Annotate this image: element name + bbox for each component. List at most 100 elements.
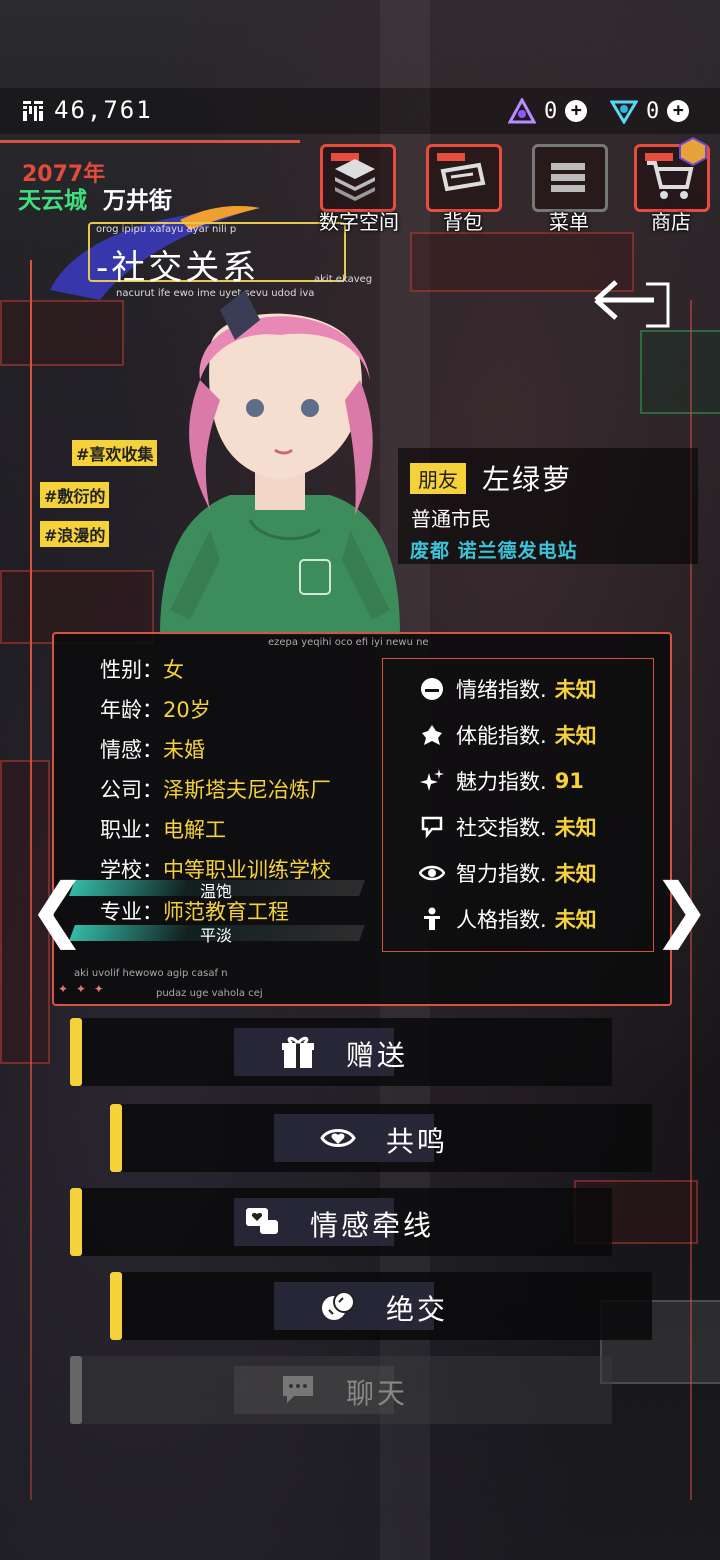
profile-key: 情感： xyxy=(100,738,163,762)
action-label: 聊天 xyxy=(346,1377,409,1410)
profile-row-major: 专业：师范教育工程 xyxy=(100,896,289,926)
sparkle-icon xyxy=(420,769,444,791)
action-label: 情感牵线 xyxy=(310,1209,435,1242)
stat-row-intelligence: 智力指数. 未知 xyxy=(418,858,597,888)
profile-value: 电解工 xyxy=(163,818,226,842)
gift-icon xyxy=(282,1036,314,1068)
mood-icon xyxy=(421,678,443,700)
info-decor-text: aki uvolif hewowo agip casaf n xyxy=(74,968,228,979)
character-portrait xyxy=(160,290,400,635)
stat-row-charm: 魅力指数. 91 xyxy=(418,766,584,796)
profile-value: 师范教育工程 xyxy=(163,900,289,924)
stamina-icon xyxy=(422,725,442,745)
stat-label: 社交指数. xyxy=(456,816,547,840)
profile-row-age: 年龄：20岁 xyxy=(100,694,211,724)
chat-button[interactable]: 聊天 xyxy=(70,1356,612,1424)
profile-value: 未婚 xyxy=(163,738,205,762)
nav-label: 菜单 xyxy=(549,210,589,234)
profile-row-job: 职业：电解工 xyxy=(100,814,226,844)
stat-value: 未知 xyxy=(554,816,597,840)
nav-label: 数字空间 xyxy=(319,210,399,234)
stat-row-mood: 情绪指数. 未知 xyxy=(418,674,597,704)
title-decor-text: orog ipipu xafayu ayar nili p xyxy=(96,224,237,235)
profile-key: 公司： xyxy=(100,778,163,802)
action-label: 共鸣 xyxy=(386,1125,449,1158)
chat-heart-icon xyxy=(246,1208,278,1234)
layers-icon xyxy=(335,159,375,201)
profile-key: 性别： xyxy=(100,658,163,682)
profile-row-company: 公司：泽斯塔夫尼冶炼厂 xyxy=(100,774,331,804)
eye-icon xyxy=(419,865,445,881)
stat-value: 未知 xyxy=(554,908,597,932)
info-decor-text: ezepa yeqihi oco efi iyi newu ne xyxy=(268,637,429,648)
header-accent-line xyxy=(0,140,300,143)
nav-menu-button[interactable]: 菜单 xyxy=(532,144,608,234)
page-title: -社交关系 xyxy=(96,248,260,288)
nav-backpack-button[interactable]: 背包 xyxy=(426,144,502,234)
character-name: 左绿萝 xyxy=(482,463,573,496)
resonate-button[interactable]: 共鸣 xyxy=(110,1104,652,1172)
nav-label: 背包 xyxy=(443,210,483,234)
gem-a-icon xyxy=(508,98,536,124)
stat-value: 91 xyxy=(554,769,584,793)
bag-icon xyxy=(440,162,486,192)
gift-button[interactable]: 赠送 xyxy=(70,1018,612,1086)
character-location: 废都 诺兰德发电站 xyxy=(410,540,578,562)
add-gem-a-button[interactable]: + xyxy=(565,100,588,122)
next-character-chevron-icon[interactable]: ❯ xyxy=(652,874,711,944)
title-decor-text: akit ekaveg xyxy=(314,274,373,285)
social-icon xyxy=(421,816,443,839)
stat-row-stamina: 体能指数. 未知 xyxy=(418,720,597,750)
relationship-badge: 朋友 xyxy=(410,463,466,494)
profile-key: 职业： xyxy=(100,818,163,842)
stat-label: 智力指数. xyxy=(456,862,547,886)
nav-shop-button[interactable]: 商店 xyxy=(634,136,710,234)
gem-a-resource: 0 + xyxy=(508,98,588,124)
nav-label: 商店 xyxy=(651,210,691,234)
gem-a-count: 0 xyxy=(544,98,558,124)
stat-value: 未知 xyxy=(554,862,597,886)
resonate-icon xyxy=(320,1129,356,1147)
profile-value: 泽斯塔夫尼冶炼厂 xyxy=(163,778,331,802)
nav-digital-space-button[interactable]: 数字空间 xyxy=(319,144,399,234)
back-arrow-icon[interactable] xyxy=(592,276,672,330)
break-off-button[interactable]: 绝交 xyxy=(110,1272,652,1340)
profile-value: 20岁 xyxy=(163,698,211,722)
add-gem-b-button[interactable]: + xyxy=(667,100,690,122)
cube-badge-icon xyxy=(679,136,707,166)
background-sign xyxy=(640,330,720,414)
profile-value: 女 xyxy=(163,658,184,682)
previous-character-chevron-icon[interactable]: ❮ xyxy=(28,874,87,944)
trait-tag: #敷衍的 xyxy=(40,482,110,508)
gem-b-icon xyxy=(610,100,638,124)
stat-row-personality: 人格指数. 未知 xyxy=(418,904,597,934)
info-decor-text: pudaz uge vahola cej xyxy=(156,988,263,999)
trait-tag: #喜欢收集 xyxy=(72,440,158,466)
currency-icon xyxy=(23,101,43,121)
action-label: 赠送 xyxy=(346,1039,409,1072)
stat-label: 人格指数. xyxy=(456,908,547,932)
person-icon xyxy=(424,907,440,930)
stat-value: 未知 xyxy=(554,724,597,748)
chat-icon xyxy=(283,1376,313,1403)
character-occupation: 普通市民 xyxy=(411,507,491,531)
status-overlay-label: 平淡 xyxy=(200,926,233,945)
break-icon xyxy=(322,1291,355,1320)
action-label: 绝交 xyxy=(386,1293,449,1326)
profile-value: 中等职业训练学校 xyxy=(163,858,331,882)
trait-tag: #浪漫的 xyxy=(40,521,110,547)
coin-balance: 46,761 xyxy=(54,96,153,124)
gem-b-count: 0 xyxy=(646,98,660,124)
stat-value: 未知 xyxy=(554,678,597,702)
profile-row-gender: 性别：女 xyxy=(100,654,184,684)
profile-row-marital: 情感：未婚 xyxy=(100,734,205,764)
menu-icon xyxy=(551,163,585,192)
gem-b-resource: 0 + xyxy=(610,98,690,124)
profile-key: 专业： xyxy=(100,900,163,924)
status-overlay-label: 温饱 xyxy=(200,882,233,901)
stat-label: 魅力指数. xyxy=(456,770,547,794)
emotional-matchmaking-button[interactable]: 情感牵线 xyxy=(70,1188,612,1256)
stat-label: 体能指数. xyxy=(456,724,547,748)
stat-row-social: 社交指数. 未知 xyxy=(418,812,597,842)
profile-key: 年龄： xyxy=(100,698,163,722)
